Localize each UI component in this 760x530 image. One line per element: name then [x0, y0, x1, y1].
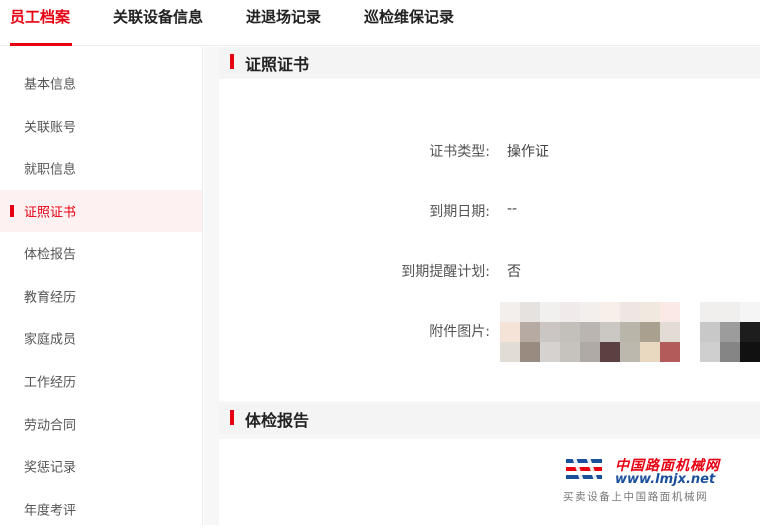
- thumbnail-pixel: [520, 342, 540, 362]
- thumbnail-pixel: [600, 322, 620, 342]
- sidebar-item-label: 奖惩记录: [24, 460, 77, 476]
- thumbnail-pixel: [620, 342, 640, 362]
- thumbnail-pixel: [560, 302, 580, 322]
- sidebar-item-label: 教育经历: [24, 290, 77, 306]
- attachment-thumbnail[interactable]: [500, 302, 560, 362]
- thumbnail-pixel: [740, 342, 760, 362]
- thumbnail-pixel: [700, 322, 720, 342]
- section-title: 体检报告: [245, 411, 310, 430]
- thumbnail-pixel: [540, 342, 560, 362]
- expiry-date-value: --: [507, 201, 518, 217]
- thumbnail-pixel: [720, 342, 740, 362]
- thumbnail-pixel: [560, 322, 580, 342]
- sidebar-item-label: 关联账号: [24, 120, 77, 136]
- certificate-type-value: 操作证: [507, 144, 549, 160]
- sidebar-item-linked-account[interactable]: 关联账号: [0, 105, 202, 147]
- expiry-date-label: 到期日期:: [429, 204, 490, 220]
- tab-employee-archive[interactable]: 员工档案: [10, 6, 70, 27]
- sidebar-item-family[interactable]: 家庭成员: [0, 317, 202, 359]
- attachment-thumbnail[interactable]: [700, 302, 760, 362]
- thumbnail-pixel: [620, 302, 640, 322]
- medical-section-header: 体检报告: [219, 403, 760, 434]
- thumbnail-pixel: [520, 322, 540, 342]
- thumbnail-pixel: [580, 322, 600, 342]
- thumbnail-pixel: [600, 302, 620, 322]
- thumbnail-pixel: [620, 322, 640, 342]
- thumbnail-pixel: [580, 302, 600, 322]
- watermark-tagline: 买卖设备上中国路面机械网: [563, 491, 709, 503]
- sidebar-item-medical-report[interactable]: 体检报告: [0, 232, 202, 274]
- sidebar: 基本信息 关联账号 就职信息 证照证书 体检报告 教育经历 家庭成员 工作经历 …: [0, 47, 203, 525]
- tab-linked-equipment[interactable]: 关联设备信息: [113, 6, 203, 27]
- thumbnail-pixel: [740, 302, 760, 322]
- thumbnail-pixel: [500, 322, 520, 342]
- certificate-type-label: 证书类型:: [429, 144, 490, 160]
- sidebar-item-label: 体检报告: [24, 247, 77, 263]
- active-marker: [10, 205, 14, 217]
- sidebar-item-label: 基本信息: [24, 77, 77, 93]
- sidebar-item-label: 劳动合同: [24, 418, 77, 434]
- attachment-images-label: 附件图片:: [429, 324, 490, 340]
- tab-entry-exit-records[interactable]: 进退场记录: [246, 6, 321, 27]
- section-title: 证照证书: [245, 55, 310, 74]
- thumbnail-pixel: [540, 322, 560, 342]
- thumbnail-pixel: [740, 322, 760, 342]
- thumbnail-pixel: [660, 342, 680, 362]
- sidebar-item-certificates[interactable]: 证照证书: [0, 190, 202, 232]
- thumbnail-pixel: [580, 342, 600, 362]
- sidebar-item-rewards-penalties[interactable]: 奖惩记录: [0, 445, 202, 487]
- sidebar-item-annual-review[interactable]: 年度考评: [0, 488, 202, 530]
- expiry-reminder-label: 到期提醒计划:: [401, 264, 490, 280]
- certificate-section-header: 证照证书: [219, 47, 760, 78]
- thumbnail-pixel: [720, 322, 740, 342]
- expiry-reminder-value: 否: [507, 264, 521, 280]
- site-watermark: 中国路面机械网 www.lmjx.net 买卖设备上中国路面机械网: [560, 452, 760, 512]
- thumbnail-pixel: [640, 322, 660, 342]
- tab-inspection-maintenance[interactable]: 巡检维保记录: [364, 6, 454, 27]
- active-tab-indicator: [10, 43, 72, 46]
- thumbnail-pixel: [640, 302, 660, 322]
- attachment-thumbnail[interactable]: [560, 302, 620, 362]
- lmjx-logo-icon: [566, 457, 602, 481]
- sidebar-item-label: 证照证书: [24, 205, 77, 221]
- watermark-url: www.lmjx.net: [615, 472, 716, 487]
- sidebar-item-education[interactable]: 教育经历: [0, 275, 202, 317]
- sidebar-item-label: 就职信息: [24, 162, 77, 178]
- sidebar-item-basic-info[interactable]: 基本信息: [0, 62, 202, 104]
- sidebar-item-employment-info[interactable]: 就职信息: [0, 147, 202, 189]
- thumbnail-pixel: [540, 302, 560, 322]
- sidebar-item-work-history[interactable]: 工作经历: [0, 360, 202, 402]
- section-accent-bar: [230, 410, 234, 425]
- thumbnail-pixel: [660, 302, 680, 322]
- sidebar-item-labor-contract[interactable]: 劳动合同: [0, 403, 202, 445]
- thumbnail-pixel: [700, 342, 720, 362]
- thumbnail-pixel: [640, 342, 660, 362]
- sidebar-item-label: 家庭成员: [24, 332, 77, 348]
- sidebar-item-label: 工作经历: [24, 375, 77, 391]
- thumbnail-pixel: [720, 302, 740, 322]
- thumbnail-pixel: [600, 342, 620, 362]
- thumbnail-pixel: [700, 302, 720, 322]
- thumbnail-pixel: [500, 302, 520, 322]
- thumbnail-pixel: [660, 322, 680, 342]
- thumbnail-pixel: [500, 342, 520, 362]
- section-accent-bar: [230, 54, 234, 69]
- attachment-thumbnail[interactable]: [620, 302, 680, 362]
- thumbnail-pixel: [520, 302, 540, 322]
- sidebar-item-label: 年度考评: [24, 503, 77, 519]
- top-tab-bar: 员工档案 关联设备信息 进退场记录 巡检维保记录: [0, 0, 760, 46]
- thumbnail-pixel: [560, 342, 580, 362]
